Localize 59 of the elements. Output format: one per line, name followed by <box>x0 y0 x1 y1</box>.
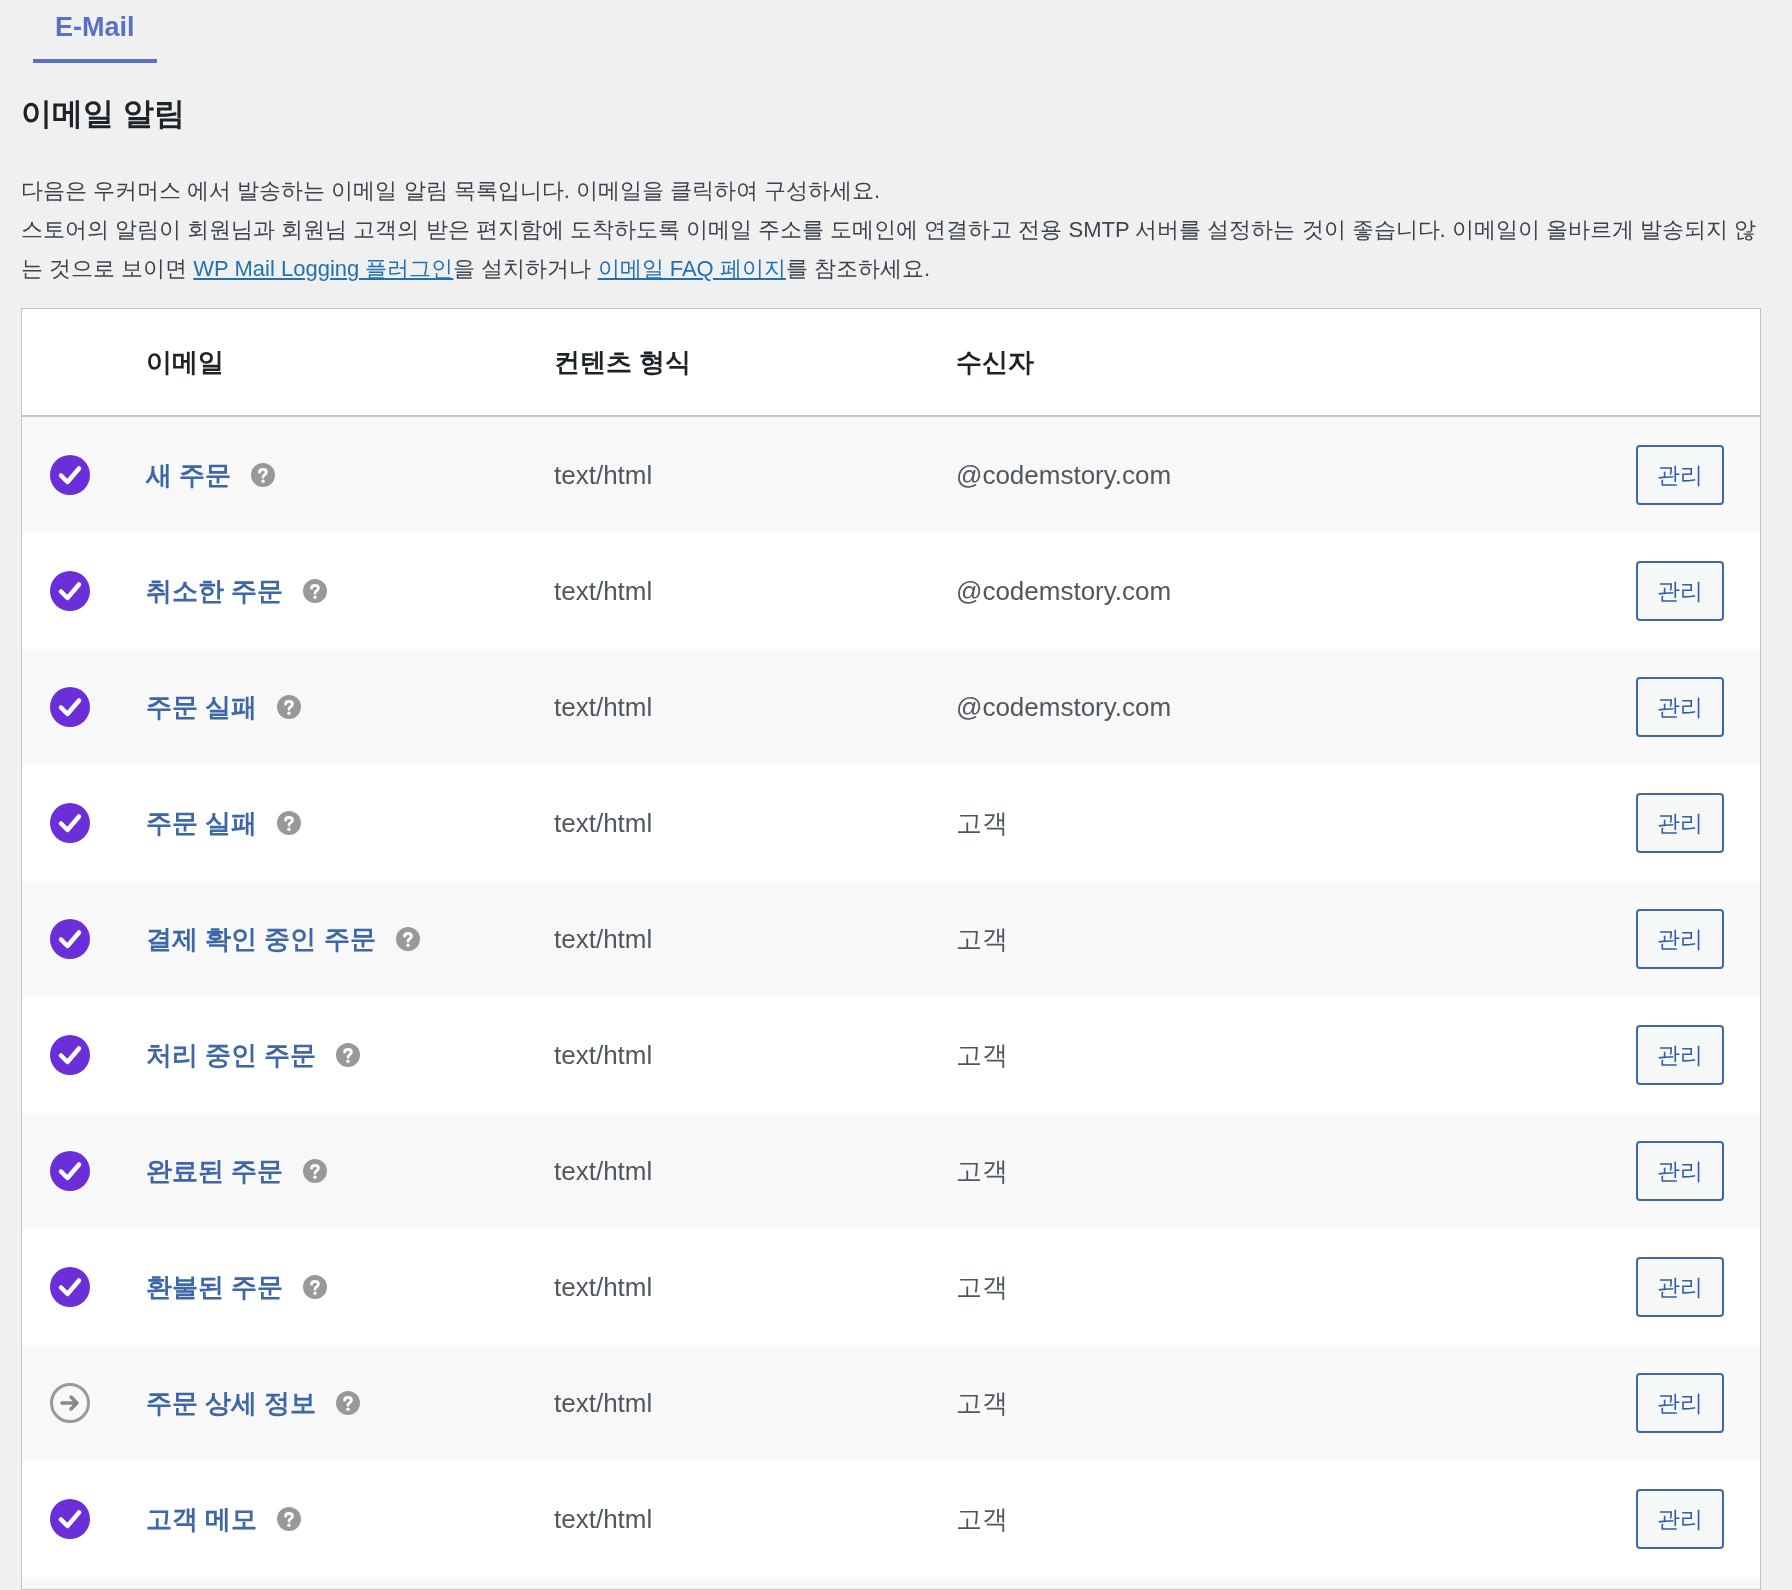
page-heading: 이메일 알림 <box>21 95 186 133</box>
manage-button[interactable]: 관리 <box>1636 909 1724 969</box>
manage-button[interactable]: 관리 <box>1636 1489 1724 1549</box>
recipient-cell: 고객 <box>956 1387 1008 1418</box>
email-name-link[interactable]: 처리 중인 주문 <box>146 1037 317 1073</box>
manage-button[interactable]: 관리 <box>1636 1373 1724 1433</box>
recipient-cell: 고객 <box>956 1155 1008 1186</box>
intro-text: 다음은 우커머스 에서 발송하는 이메일 알림 목록입니다. 이메일을 클릭하여 구성하세요. <box>21 177 882 205</box>
content-type-cell: text/html <box>554 807 653 838</box>
content-type-cell: text/html <box>554 923 653 954</box>
help-icon[interactable] <box>336 1391 361 1415</box>
recipient-cell: @codemstory.com <box>956 575 1172 606</box>
email-name-link[interactable]: 결제 확인 중인 주문 <box>146 921 376 957</box>
content-type-cell: text/html <box>554 575 653 606</box>
faq-link[interactable]: 이메일 FAQ 페이지 <box>597 256 786 281</box>
recipient-cell: 고객 <box>956 1271 1008 1302</box>
help-icon[interactable] <box>277 1507 302 1531</box>
column-header: 이메일 <box>146 345 224 379</box>
email-name-link[interactable]: 주문 실패 <box>146 689 258 725</box>
help-icon[interactable] <box>303 1275 328 1299</box>
content-type-cell: text/html <box>554 1387 653 1418</box>
content-type-cell: text/html <box>554 459 653 490</box>
recipient-cell: 고객 <box>956 1503 1008 1534</box>
help-icon[interactable] <box>336 1043 361 1067</box>
manage-button[interactable]: 관리 <box>1636 793 1724 853</box>
manage-button[interactable]: 관리 <box>1636 445 1724 505</box>
email-tab[interactable]: E-Mail <box>33 0 157 63</box>
email-name-link[interactable]: 주문 실패 <box>146 805 258 841</box>
help-icon[interactable] <box>303 579 328 603</box>
smtp-note-text: 스토어의 알림이 회원님과 회원님 고객의 받은 편지함에 도착하도록 이메일 주소를 도메인에 연결하고 전용 SMTP 서버를 설정하는 것이 좋습니다. 이메일이 올바르게 발송되지 않는 것으로 보이면 WP Mail Logging 플러그인을 설치하거나 이메일 FAQ 페이지를 참조하세요. <box>21 216 1758 283</box>
recipient-cell: @codemstory.com <box>956 459 1172 490</box>
manage-button[interactable]: 관리 <box>1636 1141 1724 1201</box>
help-icon[interactable] <box>277 811 302 835</box>
column-header: 컨텐츠 형식 <box>554 346 692 377</box>
email-name-link[interactable]: 고객 메모 <box>146 1501 258 1537</box>
email-name-link[interactable]: 취소한 주문 <box>146 573 284 609</box>
recipient-cell: 고객 <box>956 1039 1008 1070</box>
email-name-link[interactable]: 새 주문 <box>146 457 232 493</box>
email-name-link[interactable]: 주문 상세 정보 <box>146 1385 317 1421</box>
email-name-link[interactable]: 환불된 주문 <box>146 1269 284 1305</box>
content-type-cell: text/html <box>554 1155 653 1186</box>
manage-button[interactable]: 관리 <box>1636 1025 1724 1085</box>
manage-button[interactable]: 관리 <box>1636 677 1724 737</box>
recipient-cell: 고객 <box>956 807 1008 838</box>
email-name-link[interactable]: 완료된 주문 <box>146 1153 284 1189</box>
content-type-cell: text/html <box>554 691 653 722</box>
help-icon[interactable] <box>251 463 276 487</box>
manage-button[interactable]: 관리 <box>1636 1257 1724 1317</box>
plugin-link[interactable]: WP Mail Logging 플러그인 <box>193 256 454 281</box>
help-icon[interactable] <box>395 927 420 951</box>
content-type-cell: text/html <box>554 1503 653 1534</box>
recipient-cell: 고객 <box>956 923 1008 954</box>
content-type-cell: text/html <box>554 1271 653 1302</box>
content-type-cell: text/html <box>554 1039 653 1070</box>
help-icon[interactable] <box>277 695 302 719</box>
manage-button[interactable]: 관리 <box>1636 561 1724 621</box>
help-icon[interactable] <box>303 1159 328 1183</box>
recipient-cell: @codemstory.com <box>956 691 1172 722</box>
column-header: 수신자 <box>956 346 1034 377</box>
